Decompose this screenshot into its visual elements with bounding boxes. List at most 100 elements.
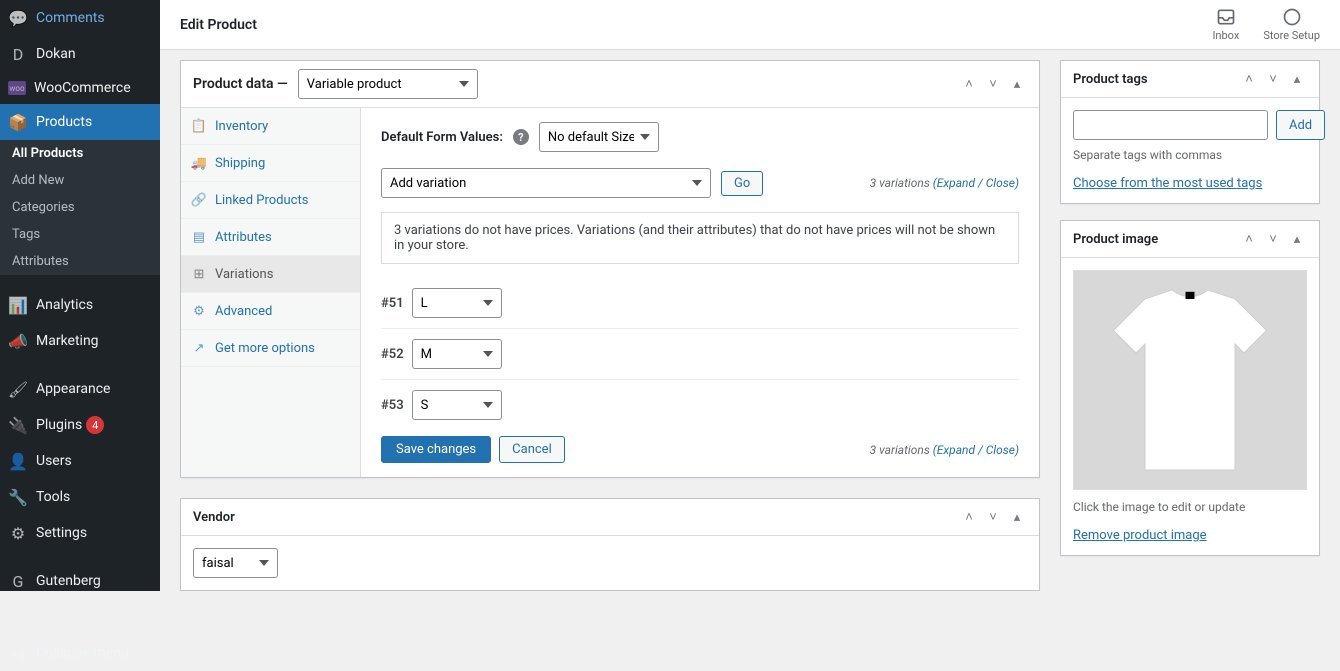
wphide-icon: 👁 — [8, 607, 28, 627]
tags-title: Product tags — [1073, 72, 1148, 87]
submenu-all-products[interactable]: All Products — [0, 140, 160, 167]
appearance-icon: 🖌 — [8, 379, 28, 399]
toggle-icon[interactable]: ▴ — [1287, 229, 1307, 249]
remove-image-link[interactable]: Remove product image — [1073, 528, 1207, 543]
tab-attributes[interactable]: ▤Attributes — [181, 219, 360, 256]
chevron-down-icon[interactable]: ˅ — [983, 507, 1003, 527]
menu-marketing[interactable]: 📣Marketing — [0, 323, 160, 359]
product-data-panel: Product data — Variable product ˄ ˅ ▴ 📋I… — [180, 60, 1040, 478]
variation-id: #51 — [381, 296, 404, 311]
variation-attr-select[interactable]: L — [412, 288, 502, 318]
menu-gutenberg[interactable]: GGutenberg — [0, 563, 160, 599]
product-image-thumbnail[interactable] — [1073, 270, 1307, 490]
choose-tags-link[interactable]: Choose from the most used tags — [1073, 176, 1262, 191]
vendor-select[interactable]: faisal — [193, 548, 278, 578]
product-type-select[interactable]: Variable product — [298, 69, 478, 99]
top-bar: Edit Product Inbox Store Setup — [160, 0, 1340, 50]
chevron-up-icon[interactable]: ˄ — [1239, 69, 1259, 89]
plugins-icon: 🔌 — [8, 415, 28, 435]
tab-get-more[interactable]: ↗Get more options — [181, 330, 360, 367]
image-hint: Click the image to edit or update — [1073, 500, 1307, 514]
variation-id: #52 — [381, 347, 404, 362]
variation-row[interactable]: #53 S — [381, 380, 1019, 430]
variations-icon: ⊞ — [191, 266, 207, 282]
toggle-icon[interactable]: ▴ — [1287, 69, 1307, 89]
variation-row[interactable]: #52 M — [381, 329, 1019, 380]
shipping-icon: 🚚 — [191, 155, 207, 171]
marketing-icon: 📣 — [8, 331, 28, 351]
toggle-icon[interactable]: ▴ — [1007, 507, 1027, 527]
cancel-button[interactable]: Cancel — [499, 436, 565, 463]
submenu-attributes[interactable]: Attributes — [0, 248, 160, 275]
save-changes-button[interactable]: Save changes — [381, 436, 491, 463]
variations-content: Default Form Values: ? No default Size… … — [361, 108, 1039, 477]
attributes-icon: ▤ — [191, 229, 207, 245]
variation-attr-select[interactable]: M — [412, 339, 502, 369]
dokan-icon: D — [8, 44, 28, 64]
variation-attr-select[interactable]: S — [412, 390, 502, 420]
chevron-up-icon[interactable]: ˄ — [959, 74, 979, 94]
analytics-icon: 📊 — [8, 295, 28, 315]
default-form-label: Default Form Values: — [381, 130, 503, 145]
tab-variations[interactable]: ⊞Variations — [181, 256, 360, 293]
page-title: Edit Product — [180, 17, 257, 33]
tags-hint: Separate tags with commas — [1073, 148, 1307, 162]
menu-woocommerce[interactable]: wooWooCommerce — [0, 72, 160, 104]
menu-collapse[interactable]: ◀Collapse menu — [0, 635, 160, 671]
go-button[interactable]: Go — [721, 171, 763, 196]
users-icon: 👤 — [8, 451, 28, 471]
price-notice: 3 variations do not have prices. Variati… — [381, 212, 1019, 264]
woo-icon: woo — [8, 81, 26, 95]
variations-status-bottom: 3 variations (Expand / Close) — [870, 443, 1019, 457]
chevron-up-icon[interactable]: ˄ — [959, 507, 979, 527]
tools-icon: 🔧 — [8, 487, 28, 507]
menu-appearance[interactable]: 🖌Appearance — [0, 371, 160, 407]
menu-users[interactable]: 👤Users — [0, 443, 160, 479]
variation-action-select[interactable]: Add variation — [381, 168, 711, 198]
menu-dokan[interactable]: DDokan — [0, 36, 160, 72]
menu-comments[interactable]: 💬Comments — [0, 0, 160, 36]
get-more-icon: ↗ — [191, 340, 207, 356]
inbox-button[interactable]: Inbox — [1212, 7, 1239, 42]
product-image-panel: Product image ˄ ˅ ▴ Click the image to e… — [1060, 220, 1320, 556]
variation-row[interactable]: #51 L — [381, 278, 1019, 329]
image-title: Product image — [1073, 232, 1158, 247]
add-tag-button[interactable]: Add — [1276, 110, 1325, 140]
menu-products[interactable]: 📦Products — [0, 104, 160, 140]
chevron-up-icon[interactable]: ˄ — [1239, 229, 1259, 249]
settings-icon: ⚙ — [8, 523, 28, 543]
tag-input[interactable] — [1073, 110, 1268, 140]
help-icon[interactable]: ? — [513, 129, 529, 145]
menu-wp-hide[interactable]: 👁WP Hide — [0, 599, 160, 635]
variation-id: #53 — [381, 398, 404, 413]
tab-shipping[interactable]: 🚚Shipping — [181, 145, 360, 182]
chevron-down-icon[interactable]: ˅ — [983, 74, 1003, 94]
products-icon: 📦 — [8, 112, 28, 132]
menu-tools[interactable]: 🔧Tools — [0, 479, 160, 515]
store-setup-icon — [1282, 7, 1302, 27]
tshirt-icon — [1100, 280, 1280, 480]
gutenberg-icon: G — [8, 571, 28, 591]
tab-advanced[interactable]: ⚙Advanced — [181, 293, 360, 330]
submenu-categories[interactable]: Categories — [0, 194, 160, 221]
tab-inventory[interactable]: 📋Inventory — [181, 108, 360, 145]
product-data-label: Product data — — [193, 76, 288, 92]
default-form-select[interactable]: No default Size… — [539, 122, 659, 152]
menu-analytics[interactable]: 📊Analytics — [0, 287, 160, 323]
collapse-icon: ◀ — [8, 643, 28, 663]
linked-icon: 🔗 — [191, 192, 207, 208]
chevron-down-icon[interactable]: ˅ — [1263, 69, 1283, 89]
store-setup-button[interactable]: Store Setup — [1263, 7, 1320, 42]
submenu-tags[interactable]: Tags — [0, 221, 160, 248]
tab-linked-products[interactable]: 🔗Linked Products — [181, 182, 360, 219]
product-tags-panel: Product tags ˄ ˅ ▴ Add Separate tags wit… — [1060, 60, 1320, 204]
submenu-add-new[interactable]: Add New — [0, 167, 160, 194]
chevron-down-icon[interactable]: ˅ — [1263, 229, 1283, 249]
menu-plugins[interactable]: 🔌Plugins4 — [0, 407, 160, 443]
toggle-icon[interactable]: ▴ — [1007, 74, 1027, 94]
variations-status-top: 3 variations (Expand / Close) — [870, 176, 1019, 190]
expand-close-link-top[interactable]: (Expand / Close) — [933, 176, 1019, 190]
menu-settings[interactable]: ⚙Settings — [0, 515, 160, 551]
advanced-icon: ⚙ — [191, 303, 207, 319]
expand-close-link-bottom[interactable]: (Expand / Close) — [933, 443, 1019, 457]
